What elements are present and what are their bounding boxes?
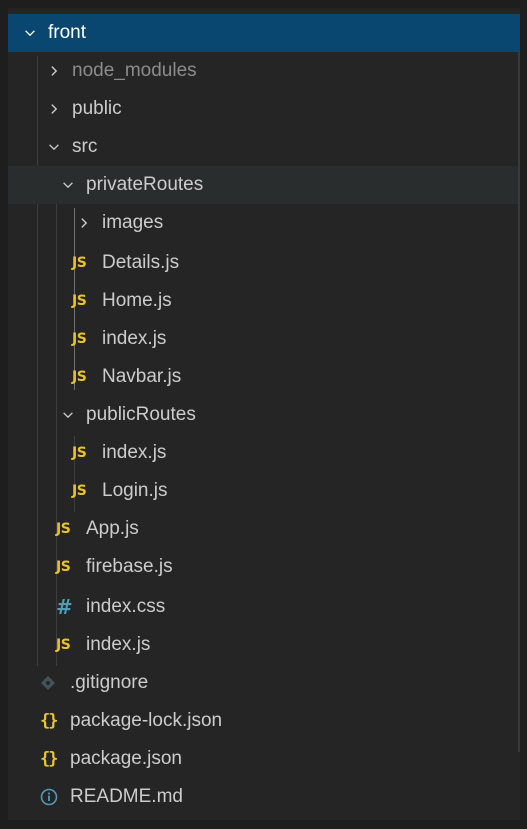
- tree-file-src-index-js[interactable]: JS index.js: [8, 626, 520, 664]
- tree-file-package-json[interactable]: {} package.json: [8, 740, 520, 778]
- tree-folder-src[interactable]: src: [8, 128, 520, 166]
- json-file-icon: {}: [40, 749, 58, 769]
- tree-file-firebase-js[interactable]: JS firebase.js: [8, 548, 520, 586]
- js-file-icon: JS: [56, 521, 71, 537]
- tree-label: node_modules: [72, 60, 197, 81]
- tree-folder-private-routes[interactable]: privateRoutes: [8, 166, 520, 204]
- js-file-icon: JS: [72, 331, 87, 347]
- js-file-icon: JS: [72, 255, 87, 271]
- tree-label: package.json: [70, 748, 182, 769]
- chevron-down-icon: [22, 14, 38, 52]
- tree-file-navbar-js[interactable]: JS Navbar.js: [8, 358, 520, 396]
- js-file-icon: JS: [72, 293, 87, 309]
- tree-label: Home.js: [102, 290, 172, 311]
- tree-label: README.md: [70, 786, 183, 807]
- js-file-icon: JS: [72, 369, 87, 385]
- tree-label: public: [72, 98, 122, 119]
- js-file-icon: JS: [72, 483, 87, 499]
- tree-file-gitignore[interactable]: .gitignore: [8, 664, 520, 702]
- tree-root-front[interactable]: front: [8, 14, 520, 52]
- tree-folder-images[interactable]: images: [8, 204, 520, 242]
- tree-file-readme-md[interactable]: README.md: [8, 778, 520, 816]
- tree-folder-public[interactable]: public: [8, 90, 520, 128]
- chevron-down-icon: [46, 128, 62, 166]
- css-file-icon: #: [56, 595, 73, 619]
- tree-label: privateRoutes: [86, 174, 204, 195]
- tree-label: .gitignore: [70, 672, 149, 693]
- info-file-icon: [40, 788, 64, 806]
- tree-label: firebase.js: [86, 556, 173, 577]
- tree-label: Navbar.js: [102, 366, 182, 387]
- tree-file-package-lock-json[interactable]: {} package-lock.json: [8, 702, 520, 740]
- tree-label: index.js: [102, 442, 167, 463]
- tree-label: Login.js: [102, 480, 168, 501]
- chevron-down-icon: [60, 166, 76, 204]
- tree-file-home-js[interactable]: JS Home.js: [8, 282, 520, 320]
- tree-label: images: [102, 212, 164, 233]
- js-file-icon: JS: [72, 445, 87, 461]
- chevron-right-icon: [46, 90, 62, 128]
- tree-file-index-css[interactable]: # index.css: [8, 588, 520, 626]
- tree-folder-node-modules[interactable]: node_modules: [8, 52, 520, 90]
- tree-file-login-js[interactable]: JS Login.js: [8, 472, 520, 510]
- tree-label: index.js: [102, 328, 167, 349]
- tree-file-details-js[interactable]: JS Details.js: [8, 244, 520, 282]
- tree-label: src: [72, 136, 98, 157]
- tree-label: App.js: [86, 518, 139, 539]
- js-file-icon: JS: [56, 559, 71, 575]
- tree-label: front: [48, 22, 87, 43]
- chevron-right-icon: [76, 204, 92, 242]
- json-file-icon: {}: [40, 711, 58, 731]
- js-file-icon: JS: [56, 637, 71, 653]
- scrollbar[interactable]: [518, 52, 520, 752]
- tree-label: Details.js: [102, 252, 180, 273]
- chevron-right-icon: [46, 52, 62, 90]
- tree-file-private-index-js[interactable]: JS index.js: [8, 320, 520, 358]
- tree-folder-public-routes[interactable]: publicRoutes: [8, 396, 520, 434]
- tree-file-app-js[interactable]: JS App.js: [8, 510, 520, 548]
- file-explorer: front node_modules public src privateRou…: [8, 8, 520, 820]
- tree-label: index.js: [86, 634, 151, 655]
- tree-label: index.css: [86, 596, 166, 617]
- chevron-down-icon: [60, 396, 76, 434]
- tree-file-public-index-js[interactable]: JS index.js: [8, 434, 520, 472]
- git-file-icon: [40, 675, 64, 691]
- tree-label: publicRoutes: [86, 404, 196, 425]
- tree-label: package-lock.json: [70, 710, 223, 731]
